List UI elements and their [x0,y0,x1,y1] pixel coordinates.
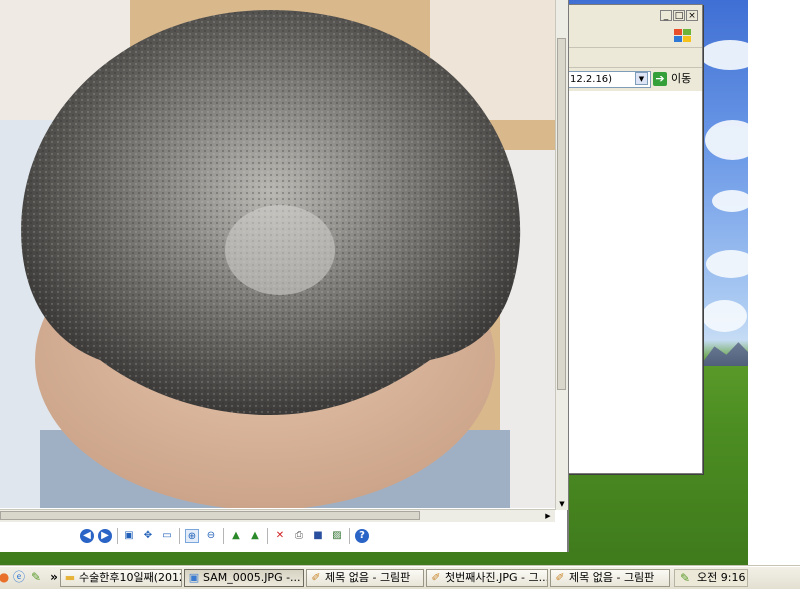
toolbar-separator [267,528,268,544]
cloud [705,120,748,160]
address-dropdown-button[interactable]: ▼ [635,72,648,85]
vertical-scrollbar[interactable]: ▼ [555,0,568,510]
viewer-toolbar: ◀ ▶ ▣ ✥ ▭ ⊕ ⊖ ▲ ▲ ✕ ⎙ ■ ▨ ? [0,522,567,550]
task-label: 제목 없음 - 그림판 [325,571,411,584]
cloud [712,190,748,212]
mountain [700,342,748,366]
explorer-window[interactable]: _ □ × 12.2.16) ▼ ➔ 이동 [556,4,703,474]
paint-icon: ✐ [311,571,321,584]
cloud [702,300,747,332]
image-viewer-icon: ▣ [188,571,200,584]
task-label: SAM_0005.JPG -... [203,571,301,584]
explorer-menubar [557,25,702,48]
delete-icon[interactable]: ✕ [273,529,287,543]
folder-icon: ▬ [64,571,76,584]
toolbar-separator [223,528,224,544]
task-button-paint-2[interactable]: ✐ 첫번째사진.JPG - 그... [426,569,548,587]
close-button[interactable]: × [686,10,698,21]
go-arrow-icon[interactable]: ➔ [653,72,667,86]
help-icon[interactable]: ? [355,529,369,543]
task-label: 제목 없음 - 그림판 [569,571,655,584]
go-button-label[interactable]: 이동 [671,72,691,86]
cloud [706,250,748,278]
toolbar-separator [117,528,118,544]
image-viewer-window[interactable]: ▼ ▶ ◀ ▶ ▣ ✥ ▭ ⊕ ⊖ ▲ ▲ ✕ ⎙ ■ ▨ ? [0,0,569,552]
paint-icon: ✐ [431,571,441,584]
print-icon[interactable]: ⎙ [292,529,306,543]
rotate-clockwise-icon[interactable]: ▲ [229,529,243,543]
slideshow-icon[interactable]: ▭ [160,529,174,543]
cloud [700,40,748,70]
minimize-button[interactable]: _ [660,10,672,21]
scroll-right-arrow-icon[interactable]: ▶ [543,511,553,521]
toolbar-separator [349,528,350,544]
system-tray: ✎ 오전 9:16 [674,569,748,587]
horizontal-scrollbar[interactable]: ▶ [0,509,555,522]
next-image-icon[interactable]: ▶ [98,529,112,543]
zoom-in-icon[interactable]: ⊕ [185,529,199,543]
explorer-titlebar[interactable]: _ □ × [557,5,702,25]
maximize-button[interactable]: □ [673,10,685,21]
task-button-folder[interactable]: ▬ 수술한후10일째(2012... [60,569,182,587]
screen-bottom-edge [0,589,800,600]
task-label: 첫번째사진.JPG - 그... [445,571,548,584]
toolbar-separator [179,528,180,544]
previous-image-icon[interactable]: ◀ [80,529,94,543]
task-label: 수술한후10일째(2012... [79,571,181,584]
pencil-icon[interactable]: ✎ [29,570,43,584]
screen-edge [748,0,800,566]
task-button-paint-3[interactable]: ✐ 제목 없음 - 그림판 [550,569,670,587]
rotate-counterclockwise-icon[interactable]: ▲ [248,529,262,543]
vertical-scroll-thumb[interactable] [557,38,566,390]
explorer-toolbar [557,49,702,68]
quick-launch-chevron[interactable]: » [47,570,61,584]
scroll-down-arrow-icon[interactable]: ▼ [557,499,567,509]
task-button-paint-1[interactable]: ✐ 제목 없음 - 그림판 [306,569,424,587]
horizontal-scroll-thumb[interactable] [0,511,420,520]
paint-icon: ✐ [555,571,565,584]
address-bar: 12.2.16) ▼ ➔ 이동 [557,68,702,90]
best-fit-icon[interactable]: ▣ [122,529,136,543]
internet-explorer-icon[interactable]: ⓔ [12,570,26,584]
clock[interactable]: 오전 9:16 [697,570,745,586]
edit-image-icon[interactable]: ▨ [330,529,344,543]
explorer-content[interactable] [557,91,702,473]
task-button-image-viewer[interactable]: ▣ SAM_0005.JPG -... [184,569,304,587]
tray-pencil-icon[interactable]: ✎ [678,571,692,585]
firefox-icon[interactable]: ● [0,570,11,584]
windows-logo-icon [674,29,692,43]
actual-size-icon[interactable]: ✥ [141,529,155,543]
zoom-out-icon[interactable]: ⊖ [204,529,218,543]
photo-display[interactable] [0,0,555,508]
save-icon[interactable]: ■ [311,529,325,543]
scalp-photo [0,0,555,508]
taskbar: ● ⓔ ✎ » ▬ 수술한후10일째(2012... ▣ SAM_0005.JP… [0,566,800,589]
